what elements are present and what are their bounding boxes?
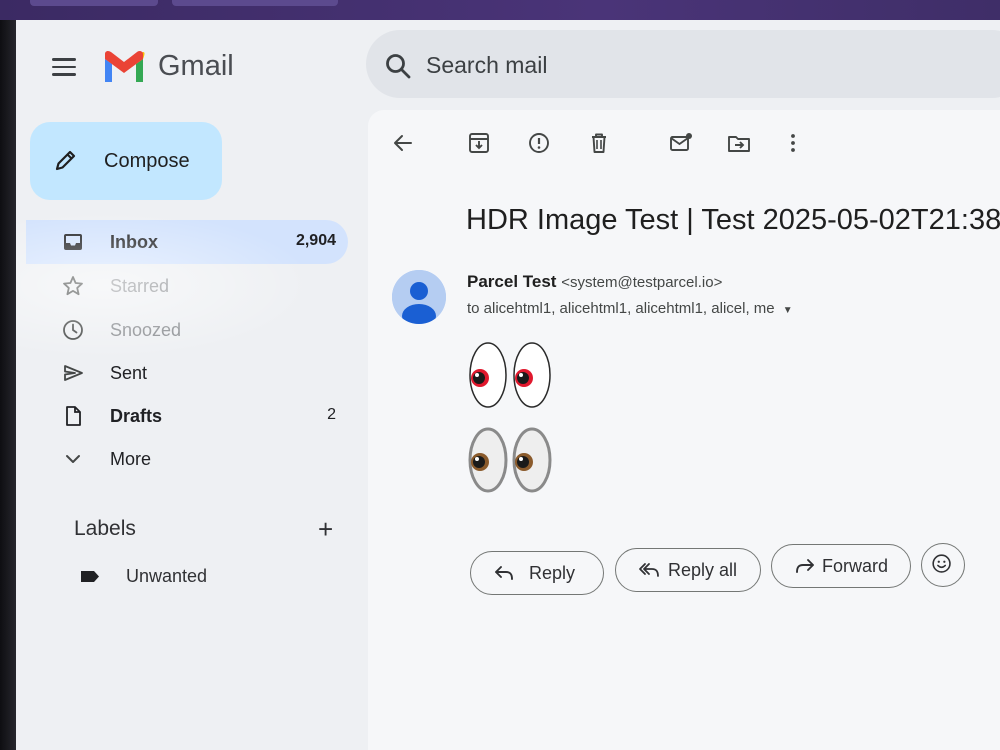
label-name: Unwanted (126, 566, 208, 586)
star-icon (63, 276, 83, 296)
sidebar-item-sent[interactable]: Sent (26, 351, 348, 395)
report-spam-icon[interactable] (526, 130, 552, 156)
draft-file-icon (66, 406, 81, 426)
sender-name[interactable]: Parcel Test (467, 272, 556, 291)
sidebar-item-label: More (110, 449, 152, 469)
reply-all-button[interactable]: Reply all (615, 548, 761, 592)
app-title: Gmail (158, 50, 234, 82)
browser-top-bar (0, 0, 1000, 20)
draft-count: 2 (327, 406, 336, 423)
move-to-icon[interactable] (726, 130, 752, 156)
main-menu-icon[interactable] (52, 58, 76, 76)
send-icon (64, 365, 83, 381)
search-icon[interactable] (384, 52, 412, 80)
emoji-reaction-button[interactable] (921, 543, 965, 587)
reply-label: Reply (529, 563, 576, 583)
sidebar-item-label: Snoozed (110, 320, 182, 340)
reply-all-icon (639, 563, 659, 577)
unread-count: 2,904 (295, 232, 336, 249)
person-icon (392, 270, 446, 324)
compose-label: Compose (104, 150, 190, 172)
sender-email: <system@testparcel.io> (561, 274, 723, 291)
sidebar-item-starred[interactable]: Starred (26, 264, 348, 308)
gmail-window: Gmail Compose Inbox 2,904 Starred Sno (16, 20, 1000, 750)
recipients-line[interactable]: to alicehtml1, alicehtml1, alicehtml1, a… (467, 300, 793, 317)
eyes-emoji-sdr-image (468, 427, 552, 493)
pencil-icon (55, 150, 76, 171)
recipients-text: to alicehtml1, alicehtml1, alicehtml1, a… (467, 300, 775, 317)
sidebar-item-label: Starred (110, 276, 170, 296)
sidebar-item-label: Inbox (110, 232, 158, 252)
forward-label: Forward (822, 556, 889, 576)
eyes-emoji-hdr-image (469, 342, 551, 408)
labels-heading: Labels (74, 517, 136, 540)
sidebar-item-drafts[interactable]: Drafts 2 (26, 394, 348, 438)
delete-icon[interactable] (586, 130, 612, 156)
caret-down-icon[interactable]: ▼ (783, 305, 793, 316)
gmail-logo-icon (105, 50, 145, 82)
more-vert-icon[interactable] (780, 130, 806, 156)
browser-tab[interactable] (172, 0, 338, 6)
sender-line: Parcel Test <system@testparcel.io> (467, 272, 722, 292)
smiley-icon (932, 554, 951, 573)
sidebar-item-label: Drafts (110, 406, 163, 426)
reply-button[interactable]: Reply (470, 551, 604, 595)
archive-icon[interactable] (466, 130, 492, 156)
forward-icon (796, 559, 814, 573)
mark-unread-icon[interactable] (668, 130, 694, 156)
chevron-down-icon (66, 455, 80, 463)
monitor-bezel (0, 20, 16, 750)
inbox-icon (64, 234, 82, 250)
add-label-icon[interactable]: + (318, 514, 333, 545)
compose-button[interactable]: Compose (30, 122, 222, 200)
browser-tab[interactable] (30, 0, 158, 6)
reply-all-label: Reply all (668, 560, 738, 580)
back-arrow-icon[interactable] (390, 130, 416, 156)
label-item-unwanted[interactable]: Unwanted (72, 565, 352, 589)
email-subject: HDR Image Test | Test 2025-05-02T21:38: (466, 204, 1000, 236)
clock-icon (63, 320, 83, 340)
sidebar-item-label: Sent (110, 363, 148, 383)
sidebar-item-inbox[interactable]: Inbox 2,904 (26, 220, 348, 264)
sidebar-item-snoozed[interactable]: Snoozed (26, 308, 348, 352)
search-input[interactable] (426, 50, 826, 80)
sidebar-item-more[interactable]: More (26, 437, 348, 481)
forward-button[interactable]: Forward (771, 544, 911, 588)
label-tag-icon (81, 571, 99, 582)
reply-icon (495, 566, 513, 580)
sender-avatar[interactable] (392, 270, 446, 324)
